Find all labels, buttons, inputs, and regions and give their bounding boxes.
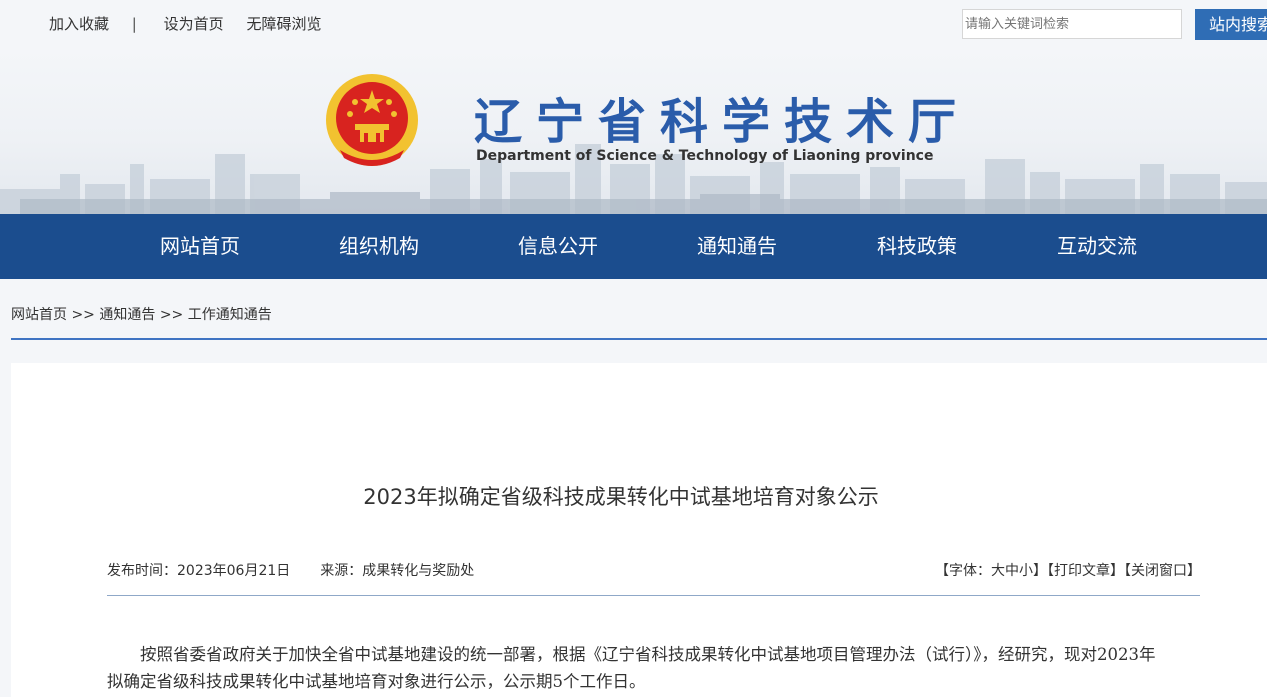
publish-date: 2023年06月21日 bbox=[177, 563, 291, 579]
article-meta: 发布时间：2023年06月21日 来源：成果转化与奖励处 bbox=[107, 560, 474, 580]
set-homepage-link[interactable]: 设为首页 bbox=[164, 15, 224, 33]
breadcrumb-work-notices[interactable]: 工作通知通告 bbox=[188, 307, 272, 323]
breadcrumb-separator: >> bbox=[159, 307, 184, 323]
close-window-link[interactable]: 【关闭窗口】 bbox=[1124, 563, 1201, 579]
breadcrumb: 网站首页 >> 通知通告 >> 工作通知通告 bbox=[11, 304, 272, 324]
meta-divider bbox=[107, 595, 1200, 596]
source-label: 来源： bbox=[320, 563, 363, 579]
breadcrumb-divider bbox=[11, 338, 1267, 340]
national-emblem-icon bbox=[326, 74, 418, 166]
site-subtitle: Department of Science & Technology of Li… bbox=[476, 148, 934, 164]
breadcrumb-separator: >> bbox=[71, 307, 95, 323]
site-search-button[interactable]: 站内搜索 bbox=[1195, 9, 1267, 40]
accessibility-link[interactable]: 无障碍浏览 bbox=[246, 15, 321, 33]
top-links-separator: | bbox=[131, 15, 137, 33]
top-bar: 加入收藏 | 设为首页 无障碍浏览 站内搜索 bbox=[0, 0, 1267, 48]
article-tools: 【字体：大中小】【打印文章】【关闭窗口】 bbox=[935, 560, 1201, 580]
nav-item-organization[interactable]: 组织机构 bbox=[339, 214, 419, 279]
print-article-link[interactable]: 【打印文章】 bbox=[1047, 563, 1124, 579]
nav-item-home[interactable]: 网站首页 bbox=[160, 214, 240, 279]
article-title: 2023年拟确定省级科技成果转化中试基地培育对象公示 bbox=[363, 485, 879, 509]
nav-item-notices[interactable]: 通知通告 bbox=[697, 214, 777, 279]
header-banner: 辽宁省科学技术厅 Department of Science & Technol… bbox=[0, 48, 1267, 214]
nav-item-policy[interactable]: 科技政策 bbox=[877, 214, 957, 279]
article-source: 成果转化与奖励处 bbox=[362, 563, 475, 579]
main-nav: 网站首页 组织机构 信息公开 通知通告 科技政策 互动交流 bbox=[0, 214, 1267, 279]
nav-item-interaction[interactable]: 互动交流 bbox=[1057, 214, 1137, 279]
breadcrumb-home[interactable]: 网站首页 bbox=[11, 307, 67, 323]
site-title: 辽宁省科学技术厅 bbox=[474, 94, 971, 150]
article-panel: 2023年拟确定省级科技成果转化中试基地培育对象公示 发布时间：2023年06月… bbox=[11, 363, 1267, 697]
font-size-tool[interactable]: 【字体：大中小】 bbox=[935, 563, 1047, 579]
breadcrumb-notices[interactable]: 通知通告 bbox=[99, 307, 155, 323]
publish-date-label: 发布时间： bbox=[107, 563, 177, 579]
nav-item-information[interactable]: 信息公开 bbox=[518, 214, 598, 279]
top-links: 加入收藏 | 设为首页 无障碍浏览 bbox=[49, 13, 339, 34]
article-body: 按照省委省政府关于加快全省中试基地建设的统一部署，根据《辽宁省科技成果转化中试基… bbox=[107, 645, 1156, 691]
search-input[interactable] bbox=[962, 9, 1182, 39]
add-favorite-link[interactable]: 加入收藏 bbox=[49, 15, 109, 33]
